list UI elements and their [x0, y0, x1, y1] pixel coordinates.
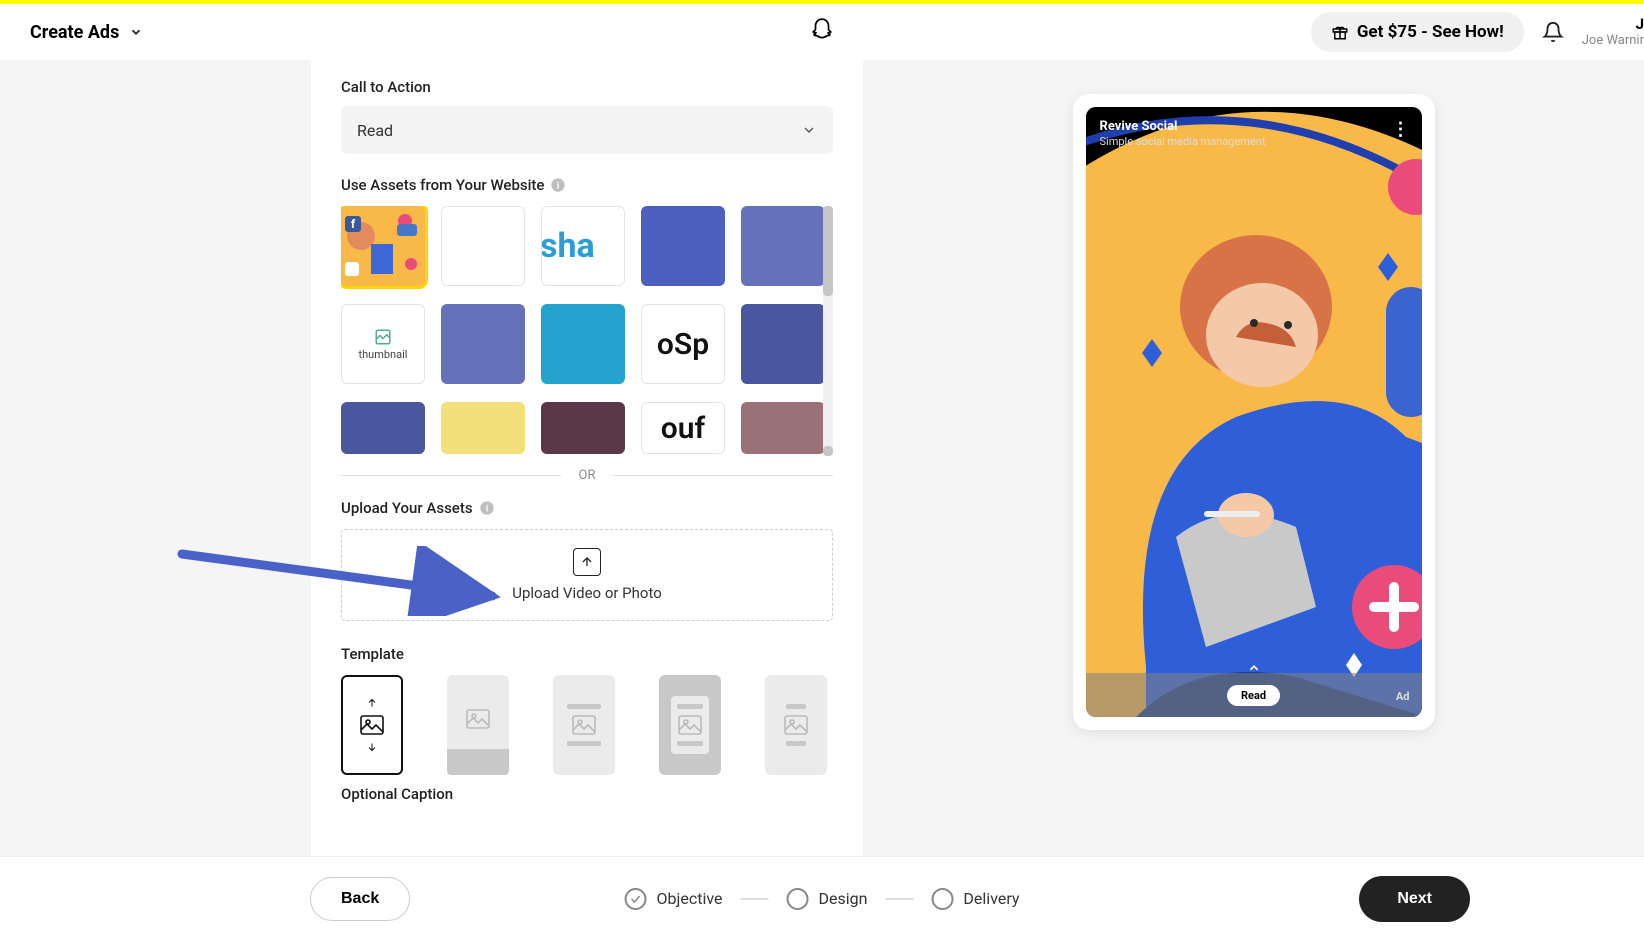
user-letter: J	[1636, 15, 1644, 34]
or-text: OR	[579, 468, 596, 483]
promo-text: Get $75 - See How!	[1357, 22, 1504, 42]
step-separator	[740, 898, 768, 900]
preview-ad-badge: Ad	[1396, 690, 1410, 703]
arrow-up-icon	[580, 555, 594, 569]
ghost-icon	[809, 17, 835, 43]
asset-thumb-6[interactable]: thumbnail	[341, 304, 425, 384]
upload-icon	[573, 548, 601, 576]
asset-thumb-12[interactable]	[441, 402, 525, 454]
info-icon[interactable]: i	[479, 500, 495, 516]
or-divider: OR	[341, 468, 833, 483]
asset-thumb-4[interactable]	[641, 206, 725, 286]
cta-label: Call to Action	[341, 78, 833, 96]
image-icon	[572, 715, 596, 735]
preview-menu-icon[interactable]: ⋮	[1392, 119, 1410, 140]
asset-scroll-area: f sha thumbnail	[341, 206, 833, 456]
ad-preview-card: Revive Social Simple social media manage…	[1073, 94, 1435, 730]
footer-bar: Back Objective Design Delivery Next	[0, 856, 1644, 940]
asset-thumb-11[interactable]	[341, 402, 425, 454]
asset-thumb-2[interactable]	[441, 206, 525, 286]
template-option-5[interactable]	[765, 675, 827, 775]
template-option-1[interactable]	[341, 675, 403, 775]
ad-preview: Revive Social Simple social media manage…	[1086, 107, 1422, 717]
asset-thumb-15[interactable]	[741, 402, 825, 454]
gift-icon	[1331, 23, 1349, 41]
upload-dropzone[interactable]: Upload Video or Photo	[341, 529, 833, 621]
content-area: Call to Action Read Use Assets from Your…	[0, 60, 1644, 856]
chevron-down-icon	[801, 122, 817, 138]
svg-text:i: i	[485, 503, 488, 513]
svg-text:f: f	[351, 217, 356, 231]
circle-icon	[786, 888, 808, 910]
assets-label: Use Assets from Your Website	[341, 176, 544, 194]
asset-thumb-10[interactable]	[741, 304, 825, 384]
left-spacer	[0, 60, 311, 856]
back-button[interactable]: Back	[310, 877, 410, 921]
preview-area: Revive Social Simple social media manage…	[863, 60, 1644, 856]
image-icon	[678, 715, 702, 735]
step-objective[interactable]: Objective	[625, 888, 723, 910]
create-ads-dropdown[interactable]: Create Ads	[30, 22, 143, 43]
asset-illustration-icon: f	[341, 206, 425, 286]
asset-scrollbar-thumb-bottom[interactable]	[823, 446, 833, 456]
asset-thumb-1[interactable]: f	[341, 206, 425, 286]
step-design[interactable]: Design	[786, 888, 867, 910]
chevron-down-icon	[129, 25, 143, 39]
step-delivery[interactable]: Delivery	[931, 888, 1019, 910]
brand-logo[interactable]	[809, 17, 835, 47]
asset-thumb-7[interactable]	[441, 304, 525, 384]
arrow-down-icon	[366, 741, 378, 753]
preview-subtitle: Simple social media management	[1100, 135, 1266, 148]
template-label: Template	[341, 645, 833, 663]
template-list	[341, 675, 833, 775]
next-button[interactable]: Next	[1359, 876, 1470, 922]
image-icon	[466, 709, 490, 729]
broken-image-icon	[374, 328, 392, 346]
cta-select[interactable]: Read	[341, 106, 833, 154]
optional-caption-label: Optional Caption	[341, 785, 833, 803]
step-separator	[885, 898, 913, 900]
asset-thumb-5[interactable]	[741, 206, 825, 286]
app-header: Create Ads Get $75 - See How! J Joe Warn…	[0, 4, 1644, 60]
asset-thumb-8[interactable]	[541, 304, 625, 384]
asset-scrollbar-thumb[interactable]	[823, 206, 833, 296]
info-icon[interactable]: i	[550, 177, 566, 193]
asset-scrollbar[interactable]	[823, 206, 833, 456]
check-icon	[630, 893, 642, 905]
svg-text:i: i	[557, 180, 560, 190]
preview-bottom-bar: Read Ad	[1086, 673, 1422, 717]
upload-label: Upload Your Assets	[341, 499, 473, 517]
promo-button[interactable]: Get $75 - See How!	[1311, 12, 1524, 52]
template-option-4[interactable]	[659, 675, 721, 775]
preview-illustration	[1086, 107, 1422, 717]
cta-value: Read	[357, 121, 393, 140]
preview-title: Revive Social	[1100, 119, 1178, 134]
bell-icon[interactable]	[1542, 21, 1564, 43]
arrow-up-icon	[366, 697, 378, 709]
asset-thumb-14[interactable]: ouf	[641, 402, 725, 454]
user-menu[interactable]: J Joe Warnir	[1582, 15, 1644, 50]
template-option-3[interactable]	[553, 675, 615, 775]
step-indicator: Objective Design Delivery	[625, 888, 1020, 910]
circle-icon	[931, 888, 953, 910]
image-icon	[360, 715, 384, 735]
image-icon	[784, 715, 808, 735]
header-title: Create Ads	[30, 22, 119, 43]
user-name: Joe Warnir	[1582, 33, 1644, 49]
upload-text: Upload Video or Photo	[512, 584, 662, 602]
preview-cta-pill[interactable]: Read	[1227, 685, 1280, 706]
check-circle-icon	[625, 888, 647, 910]
asset-thumb-9[interactable]: oSp	[641, 304, 725, 384]
asset-thumb-13[interactable]	[541, 402, 625, 454]
form-panel: Call to Action Read Use Assets from Your…	[311, 60, 863, 856]
template-option-2[interactable]	[447, 675, 509, 775]
asset-thumb-3[interactable]: sha	[541, 206, 625, 286]
